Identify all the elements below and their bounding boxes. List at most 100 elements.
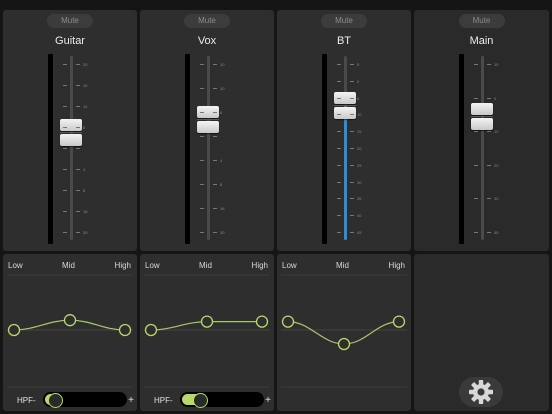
fader-track[interactable] bbox=[207, 56, 210, 240]
fader-tick bbox=[200, 88, 204, 89]
fader-tick bbox=[487, 97, 491, 99]
fader-tick bbox=[76, 85, 80, 86]
hpf-plus[interactable]: + bbox=[265, 395, 271, 406]
fader-tick-label: 8 bbox=[220, 182, 223, 187]
fader-tick bbox=[350, 80, 354, 82]
eq-high-node[interactable] bbox=[392, 315, 406, 328]
channel-strip-guitar: Mute Guitar 20 10 14 6 4 8 16 30 bbox=[3, 10, 137, 251]
fader-level-fill bbox=[344, 105, 347, 240]
eq-panel-bt: Low Mid High bbox=[277, 254, 411, 411]
fader-tick bbox=[200, 208, 204, 209]
eq-low-node[interactable] bbox=[144, 323, 158, 337]
fader-tick bbox=[63, 106, 67, 107]
fader-tick bbox=[337, 80, 341, 82]
fader-tick-label: 20 bbox=[83, 62, 88, 67]
fader-track[interactable] bbox=[344, 56, 347, 240]
fader-tick-label: 0 bbox=[494, 95, 497, 101]
fader-tick bbox=[337, 97, 341, 99]
fader-tick bbox=[337, 215, 341, 217]
fader-tick bbox=[63, 211, 67, 212]
fader-track[interactable] bbox=[481, 56, 484, 240]
fader-tick bbox=[213, 208, 217, 209]
fader-tick bbox=[76, 190, 80, 191]
fader-tick-label: 0 bbox=[357, 78, 360, 84]
mute-button[interactable]: Mute bbox=[321, 14, 367, 28]
fader-tick bbox=[213, 160, 217, 161]
fader-tick bbox=[487, 164, 491, 166]
channel-name: BT bbox=[336, 35, 352, 47]
fader-tick bbox=[200, 136, 204, 137]
fader-tick bbox=[76, 211, 80, 212]
fader-tick bbox=[200, 184, 204, 185]
hpf-slider-knob[interactable] bbox=[193, 393, 208, 408]
fader-tick bbox=[474, 64, 478, 65]
fader-tick bbox=[63, 232, 67, 233]
level-meter bbox=[459, 54, 464, 244]
fader-tick bbox=[76, 127, 80, 128]
fader-tick-label: 16 bbox=[220, 206, 225, 211]
fader-tick-label: 30 bbox=[357, 179, 362, 185]
fader-tick bbox=[213, 112, 217, 113]
eq-mid-node[interactable] bbox=[200, 315, 214, 328]
hpf-plus[interactable]: + bbox=[128, 395, 134, 406]
fader-tick-label: 10 bbox=[83, 83, 88, 88]
mute-button[interactable]: Mute bbox=[458, 14, 505, 28]
fader-tick-label: 40 bbox=[494, 230, 499, 235]
fader-tick-label: 10 bbox=[494, 62, 499, 67]
level-meter bbox=[48, 54, 53, 244]
eq-low-node[interactable] bbox=[281, 315, 295, 328]
eq-curve[interactable] bbox=[3, 254, 137, 411]
fader-tick-label: 15 bbox=[357, 129, 362, 135]
fader-handle[interactable] bbox=[60, 119, 82, 147]
channel-name: Main bbox=[469, 35, 494, 47]
hpf-slider[interactable] bbox=[180, 392, 264, 408]
fader-tick-label: 6 bbox=[83, 125, 86, 130]
fader-tick bbox=[213, 184, 217, 185]
fader-tick bbox=[63, 190, 67, 191]
fader-tick-label: 10 bbox=[357, 112, 362, 118]
mute-button[interactable]: Mute bbox=[47, 14, 93, 28]
fader-tick bbox=[200, 112, 204, 113]
fader-tick-label: 5 bbox=[357, 62, 360, 67]
channel-strip-bt: Mute BT 5 0 5 10 15 20 25 30 35 40 45 bbox=[277, 10, 411, 251]
fader-tick bbox=[350, 232, 354, 233]
fader-tick-label: 30 bbox=[494, 196, 499, 202]
gear-icon bbox=[469, 380, 493, 404]
eq-high-node[interactable] bbox=[255, 315, 269, 328]
eq-high-node[interactable] bbox=[118, 323, 132, 337]
hpf-slider-knob[interactable] bbox=[48, 393, 63, 408]
eq-curve[interactable] bbox=[140, 254, 274, 411]
hpf-label: HPF- bbox=[154, 396, 173, 405]
fader-tick bbox=[474, 232, 478, 233]
settings-button[interactable] bbox=[459, 377, 503, 407]
hpf-slider[interactable] bbox=[43, 392, 127, 408]
level-meter bbox=[322, 54, 327, 244]
eq-mid-node[interactable] bbox=[63, 314, 77, 327]
fader-tick bbox=[63, 85, 67, 86]
eq-mid-node[interactable] bbox=[337, 337, 351, 351]
fader-tick-label: 35 bbox=[357, 196, 362, 202]
hpf-label: HPF- bbox=[17, 396, 36, 405]
mute-button[interactable]: Mute bbox=[184, 14, 230, 28]
eq-low-node[interactable] bbox=[7, 323, 21, 337]
fader-tick bbox=[63, 127, 67, 128]
fader-tick bbox=[200, 232, 204, 233]
fader-track[interactable] bbox=[70, 56, 73, 240]
fader-tick bbox=[337, 164, 341, 166]
level-meter bbox=[185, 54, 190, 244]
channel-name: Vox bbox=[197, 35, 217, 47]
fader-handle[interactable] bbox=[197, 106, 219, 134]
fader-handle[interactable] bbox=[471, 102, 493, 131]
fader-tick bbox=[337, 131, 341, 133]
fader-handle[interactable] bbox=[334, 91, 356, 120]
channel-name: Guitar bbox=[55, 35, 85, 47]
fader-tick bbox=[474, 164, 478, 166]
eq-curve[interactable] bbox=[277, 254, 411, 411]
fader-tick bbox=[350, 181, 354, 183]
fader-tick-label: 30 bbox=[83, 230, 88, 235]
eq-panel-guitar: Low Mid High HPF- + bbox=[3, 254, 137, 411]
fader-tick bbox=[337, 181, 341, 183]
fader-tick bbox=[337, 64, 341, 65]
fader-tick bbox=[213, 136, 217, 137]
fader-tick bbox=[350, 131, 354, 133]
